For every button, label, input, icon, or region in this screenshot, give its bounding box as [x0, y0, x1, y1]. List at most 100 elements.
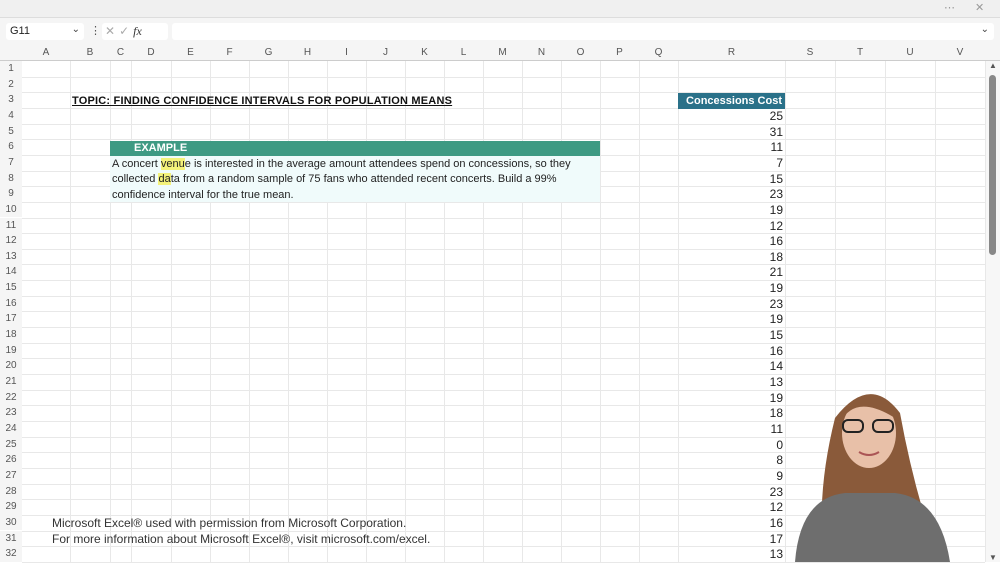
gridline	[22, 217, 985, 219]
row-header-6[interactable]: 6	[0, 139, 22, 155]
cell-R16[interactable]: 23	[678, 297, 783, 311]
cell-R29[interactable]: 12	[678, 500, 783, 514]
row-header-15[interactable]: 15	[0, 280, 22, 296]
cell-R7[interactable]: 7	[678, 156, 783, 170]
row-header-29[interactable]: 29	[0, 499, 22, 515]
chevron-down-icon[interactable]: ⌄	[72, 24, 80, 35]
column-header-Q[interactable]: Q	[639, 47, 678, 58]
vertical-scrollbar[interactable]: ▲ ▼	[986, 61, 1000, 562]
row-header-18[interactable]: 18	[0, 327, 22, 343]
row-header-25[interactable]: 25	[0, 436, 22, 453]
row-header-5[interactable]: 5	[0, 123, 22, 140]
cell-R9[interactable]: 23	[678, 187, 783, 201]
row-header-3[interactable]: 3	[0, 92, 22, 108]
row-header-24[interactable]: 24	[0, 420, 22, 437]
column-header-P[interactable]: P	[600, 47, 639, 58]
row-header-23[interactable]: 23	[0, 405, 22, 421]
scroll-up-icon[interactable]: ▲	[989, 61, 997, 70]
row-header-13[interactable]: 13	[0, 248, 22, 265]
cell-R27[interactable]: 9	[678, 469, 783, 483]
row-header-16[interactable]: 16	[0, 295, 22, 312]
row-header-9[interactable]: 9	[0, 186, 22, 202]
cell-R14[interactable]: 21	[678, 265, 783, 279]
row-header-4[interactable]: 4	[0, 107, 22, 124]
row-header-20[interactable]: 20	[0, 358, 22, 374]
column-header-J[interactable]: J	[366, 47, 405, 58]
column-header-K[interactable]: K	[405, 47, 444, 58]
scroll-down-icon[interactable]: ▼	[989, 553, 997, 562]
column-header-N[interactable]: N	[522, 47, 561, 58]
column-header-D[interactable]: D	[131, 47, 171, 58]
name-box[interactable]: G11 ⌄	[6, 23, 84, 40]
row-header-7[interactable]: 7	[0, 154, 22, 171]
column-header-G[interactable]: G	[249, 47, 288, 58]
cell-R26[interactable]: 8	[678, 453, 783, 467]
cell-R25[interactable]: 0	[678, 438, 783, 452]
cell-R31[interactable]: 17	[678, 532, 783, 546]
scroll-thumb[interactable]	[989, 75, 996, 255]
column-header-A[interactable]: A	[22, 47, 70, 58]
row-header-27[interactable]: 27	[0, 467, 22, 484]
column-header-B[interactable]: B	[70, 47, 110, 58]
cell-R6[interactable]: 11	[678, 140, 783, 154]
column-header-I[interactable]: I	[327, 47, 366, 58]
concessions-cost-header[interactable]: Concessions Cost	[678, 93, 785, 109]
row-header-2[interactable]: 2	[0, 76, 22, 93]
row-header-26[interactable]: 26	[0, 452, 22, 468]
column-header-F[interactable]: F	[210, 47, 249, 58]
cell-R20[interactable]: 14	[678, 359, 783, 373]
cell-R10[interactable]: 19	[678, 203, 783, 217]
column-header-T[interactable]: T	[835, 47, 885, 58]
row-header-12[interactable]: 12	[0, 233, 22, 249]
cell-R28[interactable]: 23	[678, 485, 783, 499]
column-header-E[interactable]: E	[171, 47, 210, 58]
column-header-C[interactable]: C	[110, 47, 131, 58]
more-icon[interactable]: ⋯	[944, 1, 955, 14]
column-header-O[interactable]: O	[561, 47, 600, 58]
row-header-14[interactable]: 14	[0, 264, 22, 281]
column-header-S[interactable]: S	[785, 47, 835, 58]
cell-R5[interactable]: 31	[678, 125, 783, 139]
row-header-11[interactable]: 11	[0, 217, 22, 234]
row-header-19[interactable]: 19	[0, 342, 22, 359]
cell-R19[interactable]: 16	[678, 344, 783, 358]
formula-input[interactable]: ⌄	[172, 23, 994, 40]
column-header-U[interactable]: U	[885, 47, 935, 58]
column-header-M[interactable]: M	[483, 47, 522, 58]
row-header-1[interactable]: 1	[0, 61, 22, 77]
column-header-L[interactable]: L	[444, 47, 483, 58]
cell-R21[interactable]: 13	[678, 375, 783, 389]
column-header-R[interactable]: R	[678, 47, 785, 58]
cell-R8[interactable]: 15	[678, 172, 783, 186]
cell-R13[interactable]: 18	[678, 250, 783, 264]
row-header-17[interactable]: 17	[0, 311, 22, 328]
row-header-30[interactable]: 30	[0, 514, 22, 531]
example-header: EXAMPLE	[110, 141, 600, 156]
row-header-22[interactable]: 22	[0, 389, 22, 406]
cell-R30[interactable]: 16	[678, 516, 783, 530]
cell-R18[interactable]: 15	[678, 328, 783, 342]
cell-R17[interactable]: 19	[678, 312, 783, 326]
cell-R15[interactable]: 19	[678, 281, 783, 295]
cell-R11[interactable]: 12	[678, 219, 783, 233]
more-options-icon[interactable]: ⋮	[90, 24, 101, 37]
row-header-10[interactable]: 10	[0, 201, 22, 218]
cell-R22[interactable]: 19	[678, 391, 783, 405]
cell-R4[interactable]: 25	[678, 109, 783, 123]
enter-icon[interactable]: ✓	[119, 24, 133, 38]
cell-R12[interactable]: 16	[678, 234, 783, 248]
column-header-V[interactable]: V	[935, 47, 985, 58]
row-header-32[interactable]: 32	[0, 546, 22, 562]
row-header-8[interactable]: 8	[0, 170, 22, 187]
row-header-21[interactable]: 21	[0, 374, 22, 390]
expand-chevron-icon[interactable]: ⌄	[981, 24, 989, 35]
cancel-icon[interactable]: ✕	[105, 24, 119, 38]
close-icon[interactable]: ✕	[975, 1, 984, 14]
row-header-28[interactable]: 28	[0, 483, 22, 500]
cell-R32[interactable]: 13	[678, 547, 783, 561]
cell-R23[interactable]: 18	[678, 406, 783, 420]
function-icon[interactable]: fx	[133, 24, 142, 38]
row-header-31[interactable]: 31	[0, 530, 22, 547]
cell-R24[interactable]: 11	[678, 422, 783, 436]
column-header-H[interactable]: H	[288, 47, 327, 58]
